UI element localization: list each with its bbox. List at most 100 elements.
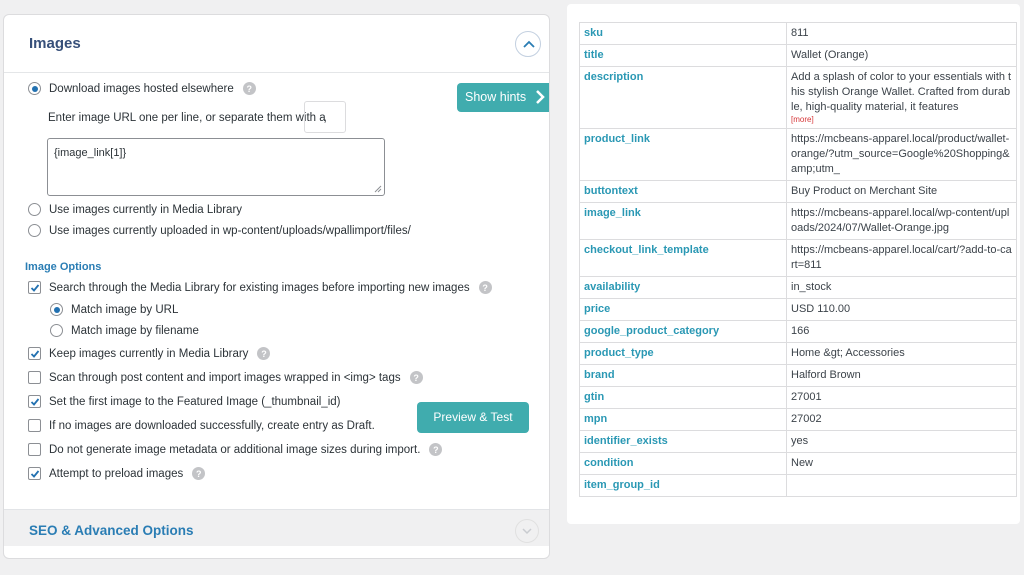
field-key: price [579,298,787,321]
search-media-label: Search through the Media Library for exi… [49,281,470,294]
featured-image-option[interactable]: Set the first image to the Featured Imag… [28,395,341,408]
uploaded-files-radio[interactable] [28,224,41,237]
checkmark-icon [30,470,40,478]
collapse-button[interactable] [515,31,541,57]
table-row: item_group_id [579,474,1017,497]
keep-images-checkbox[interactable] [28,347,41,360]
field-key: availability [579,276,787,299]
checkmark-icon [30,350,40,358]
field-key: image_link [579,202,787,240]
field-value: 166 [786,320,1017,343]
separator-prompt: Enter image URL one per line, or separat… [48,112,326,124]
no-metadata-option[interactable]: Do not generate image metadata or additi… [28,443,443,456]
show-hints-label: Show hints [465,90,527,104]
field-value: 27001 [786,386,1017,409]
help-icon[interactable]: ? [192,467,206,480]
draft-label: If no images are downloaded successfully… [49,419,375,432]
help-icon[interactable]: ? [257,347,271,360]
table-row: product_link https://mcbeans-apparel.loca… [579,128,1017,181]
chevron-right-icon [536,90,545,104]
download-images-radio[interactable] [28,82,41,95]
field-value: USD 110.00 [786,298,1017,321]
download-images-option[interactable]: Download images hosted elsewhere ? [28,82,256,95]
seo-advanced-section[interactable]: SEO & Advanced Options [4,509,549,546]
expand-button[interactable] [515,519,539,543]
images-section-title: Images [29,35,81,52]
field-key: product_link [579,128,787,181]
checkmark-icon [30,284,40,292]
image-url-value: {image_link[1]} [54,147,127,159]
table-row: price USD 110.00 [579,298,1017,321]
help-icon[interactable]: ? [429,443,443,456]
field-value: Home &gt; Accessories [786,342,1017,365]
chevron-down-icon [522,528,532,535]
media-library-label: Use images currently in Media Library [49,203,243,216]
draft-checkbox[interactable] [28,419,41,432]
field-key: product_type [579,342,787,365]
keep-images-label: Keep images currently in Media Library [49,347,249,360]
field-value: https://mcbeans-apparel.local/cart/?add-… [786,239,1017,277]
field-value: Wallet (Orange) [786,44,1017,67]
show-hints-button[interactable]: Show hints [457,83,549,112]
preload-option[interactable]: Attempt to preload images ? [28,467,206,480]
no-metadata-label: Do not generate image metadata or additi… [49,443,421,456]
images-section-header[interactable]: Images [4,15,549,73]
featured-image-label: Set the first image to the Featured Imag… [49,395,341,408]
match-filename-option[interactable]: Match image by filename [50,324,199,337]
search-media-option[interactable]: Search through the Media Library for exi… [28,281,492,294]
field-value [786,474,1017,497]
field-key: buttontext [579,180,787,203]
field-value: yes [786,430,1017,453]
field-value-cell: Add a splash of color to your essentials… [786,66,1017,129]
field-key: item_group_id [579,474,787,497]
image-url-textarea[interactable]: {image_link[1]} [47,138,385,196]
preload-checkbox[interactable] [28,467,41,480]
checkmark-icon [30,398,40,406]
uploaded-files-option[interactable]: Use images currently uploaded in wp-cont… [28,224,411,237]
scan-content-checkbox[interactable] [28,371,41,384]
field-value: Add a splash of color to your essentials… [791,71,1012,113]
media-library-option[interactable]: Use images currently in Media Library [28,203,242,216]
image-options-heading: Image Options [25,261,102,273]
download-images-label: Download images hosted elsewhere [49,82,234,95]
no-metadata-checkbox[interactable] [28,443,41,456]
match-url-radio[interactable] [50,303,63,316]
more-link[interactable]: [more] [791,115,1012,125]
search-media-checkbox[interactable] [28,281,41,294]
field-value: 811 [786,22,1017,45]
help-icon[interactable]: ? [242,82,256,95]
help-icon[interactable]: ? [409,371,423,384]
resize-grip-icon[interactable] [374,185,382,193]
table-row: buttontext Buy Product on Merchant Site [579,180,1017,203]
field-key: brand [579,364,787,387]
table-row: identifier_exists yes [579,430,1017,453]
field-value: Halford Brown [786,364,1017,387]
draft-option[interactable]: If no images are downloaded successfully… [28,419,375,432]
product-data-table: sku 811 title Wallet (Orange) description A… [579,22,1017,497]
preview-test-button[interactable]: Preview & Test [417,402,529,433]
keep-images-option[interactable]: Keep images currently in Media Library ? [28,347,271,360]
table-row: mpn 27002 [579,408,1017,431]
field-value: https://mcbeans-apparel.local/product/wa… [786,128,1017,181]
field-value: 27002 [786,408,1017,431]
media-library-radio[interactable] [28,203,41,216]
separator-input[interactable]: , [304,101,346,133]
field-key: google_product_category [579,320,787,343]
featured-image-checkbox[interactable] [28,395,41,408]
field-key: mpn [579,408,787,431]
table-row: product_type Home &gt; Accessories [579,342,1017,365]
scan-content-option[interactable]: Scan through post content and import ima… [28,371,423,384]
preload-label: Attempt to preload images [49,467,184,480]
table-row: availability in_stock [579,276,1017,299]
field-value: in_stock [786,276,1017,299]
field-key: checkout_link_template [579,239,787,277]
table-row: condition New [579,452,1017,475]
field-key: title [579,44,787,67]
match-filename-radio[interactable] [50,324,63,337]
field-value: Buy Product on Merchant Site [786,180,1017,203]
help-icon[interactable]: ? [478,281,492,294]
uploaded-files-label: Use images currently uploaded in wp-cont… [49,224,411,237]
match-filename-label: Match image by filename [71,324,199,337]
match-url-option[interactable]: Match image by URL [50,303,178,316]
field-key: condition [579,452,787,475]
